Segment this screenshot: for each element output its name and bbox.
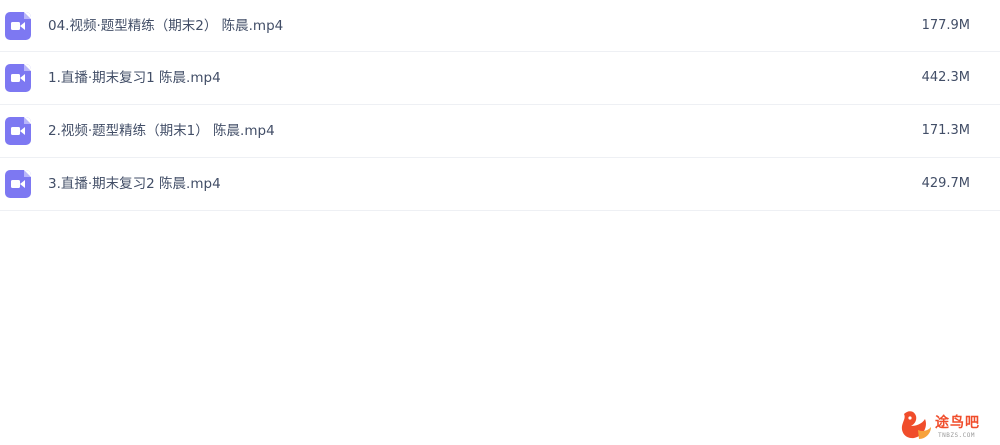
file-row[interactable]: 1.直播·期末复习1 陈晨.mp4 442.3M: [0, 52, 1000, 105]
file-name[interactable]: 3.直播·期末复习2 陈晨.mp4: [48, 158, 221, 210]
watermark-text: 途鸟吧: [935, 415, 980, 431]
watermark-subtext: TNBZS.COM: [938, 432, 976, 439]
file-name[interactable]: 2.视频·题型精练（期末1） 陈晨.mp4: [48, 105, 275, 157]
file-name[interactable]: 04.视频·题型精练（期末2） 陈晨.mp4: [48, 0, 283, 52]
file-row[interactable]: 2.视频·题型精练（期末1） 陈晨.mp4 171.3M: [0, 105, 1000, 158]
watermark-logo: 途鸟吧 TNBZS.COM: [898, 406, 998, 444]
video-file-icon: [5, 170, 31, 198]
file-size: 442.3M: [921, 70, 970, 85]
file-row[interactable]: 04.视频·题型精练（期末2） 陈晨.mp4 177.9M: [0, 0, 1000, 52]
video-file-icon: [5, 12, 31, 40]
file-row[interactable]: 3.直播·期末复习2 陈晨.mp4 429.7M: [0, 158, 1000, 211]
file-list: 04.视频·题型精练（期末2） 陈晨.mp4 177.9M 1.直播·期末复习1…: [0, 0, 1000, 211]
file-name[interactable]: 1.直播·期末复习1 陈晨.mp4: [48, 52, 221, 104]
bird-logo-icon: [901, 411, 931, 439]
video-file-icon: [5, 64, 31, 92]
file-size: 429.7M: [921, 176, 970, 191]
video-file-icon: [5, 117, 31, 145]
file-size: 171.3M: [921, 123, 970, 138]
file-size: 177.9M: [921, 18, 970, 33]
